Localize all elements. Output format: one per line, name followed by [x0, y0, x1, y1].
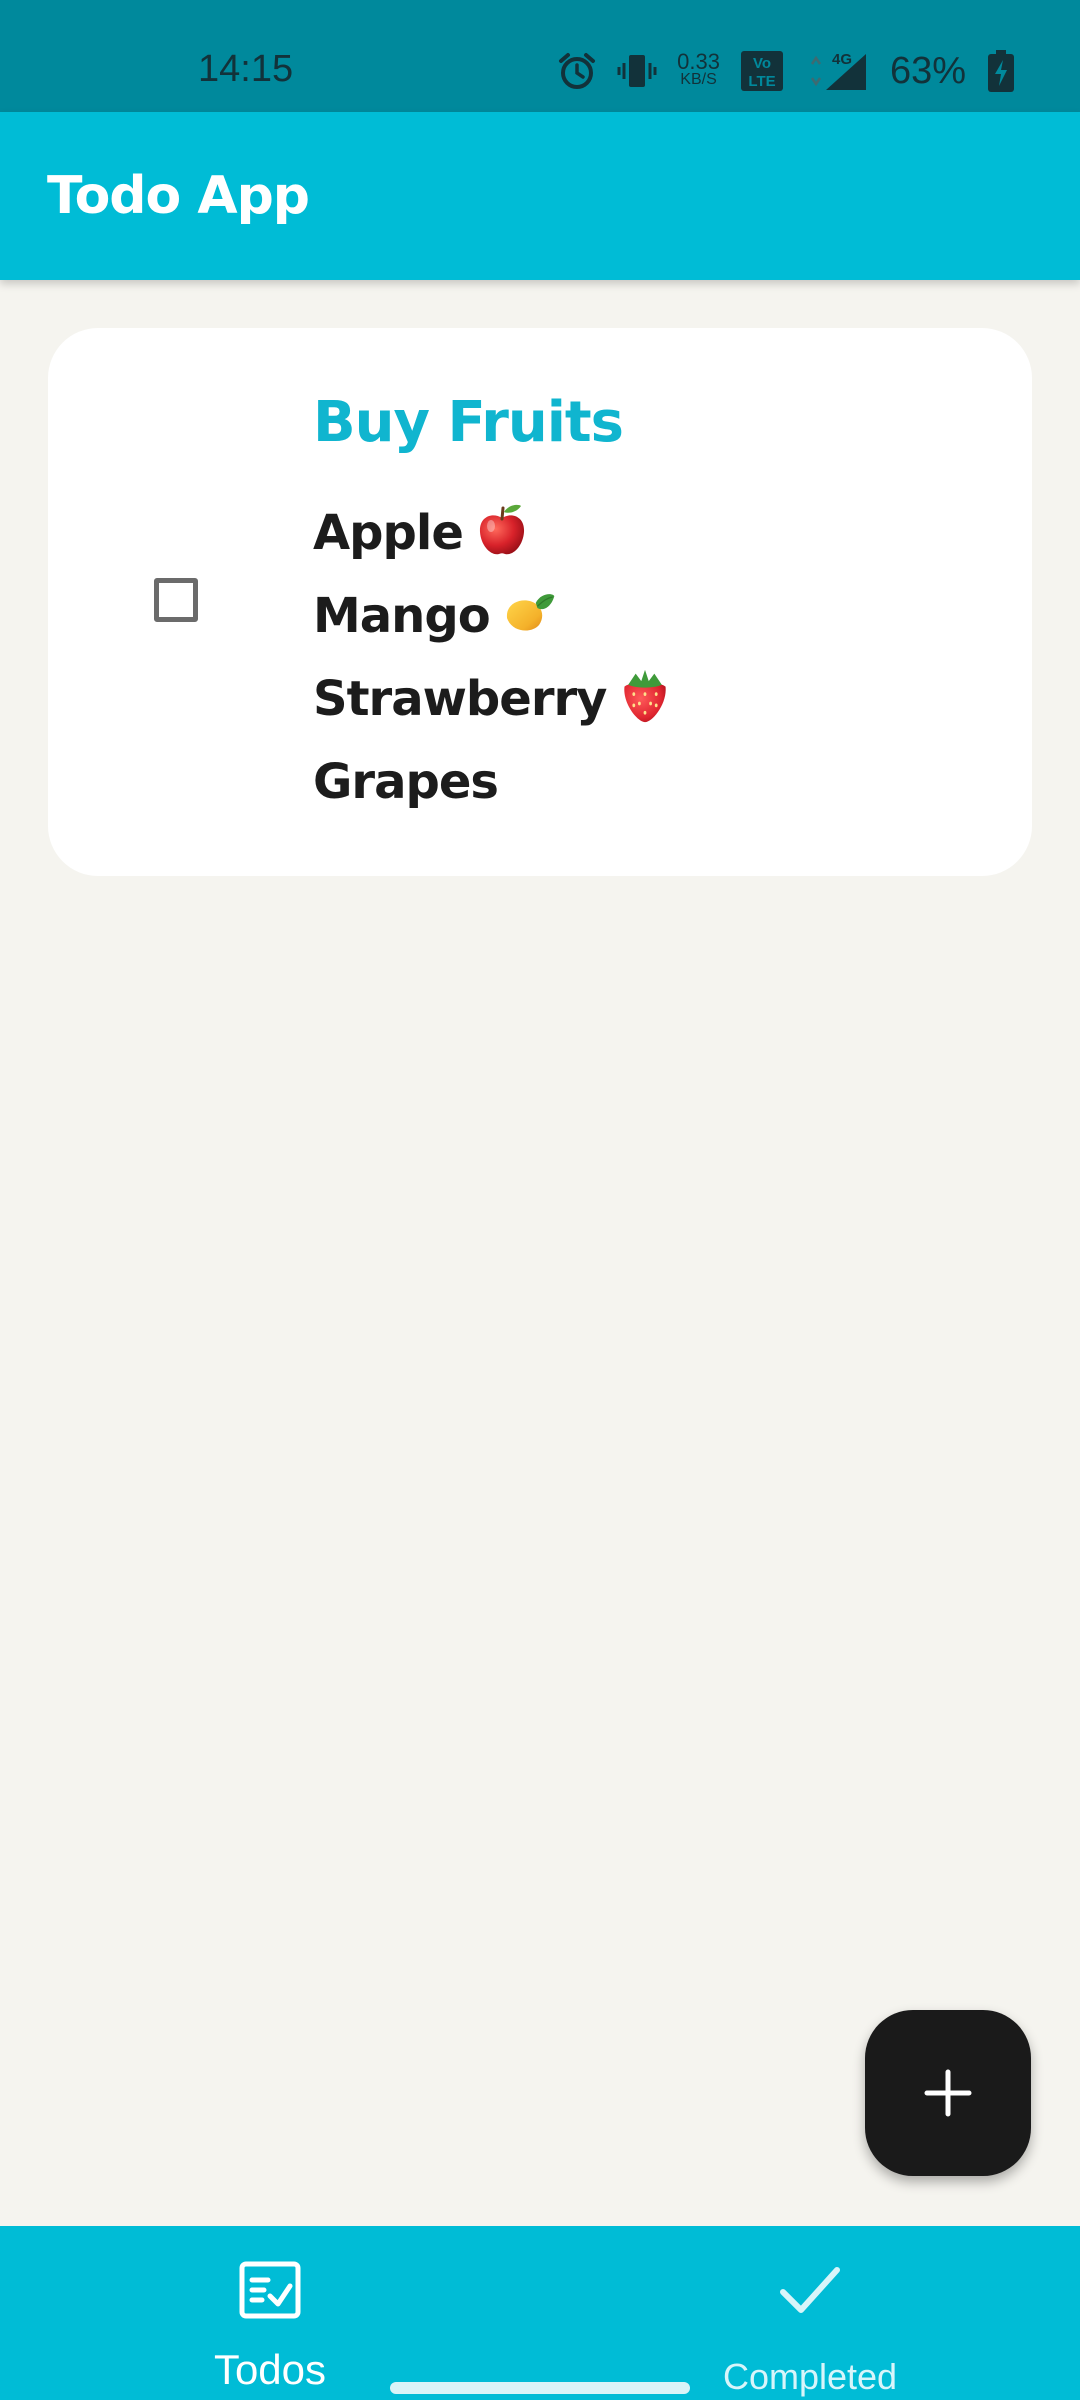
home-indicator[interactable] — [390, 2382, 690, 2394]
volte-top-text: Vo — [753, 55, 771, 72]
nav-item-completed[interactable]: Completed — [540, 2226, 1080, 2400]
check-icon — [780, 2267, 840, 2313]
network-type-text: 4G — [832, 51, 852, 68]
nav-item-todos[interactable]: Todos — [0, 2226, 540, 2400]
strawberry-emoji — [624, 669, 667, 723]
app-title: Todo App — [47, 166, 310, 226]
battery-percentage: 63% — [889, 49, 966, 92]
status-bar: 14:15 0.33 KB/S Vo LTE 4G 63% — [0, 0, 1080, 112]
todo-line: Apple — [313, 492, 672, 575]
todo-line-text: Grapes — [313, 754, 499, 810]
checklist-icon — [239, 2261, 301, 2319]
network-speed-unit: KB/S — [680, 71, 717, 88]
todo-line-text: Strawberry — [313, 671, 607, 727]
bottom-navigation: Todos Completed — [0, 2226, 1080, 2400]
todo-line: Strawberry — [313, 658, 672, 741]
todo-title: Buy Fruits — [313, 390, 624, 455]
status-icons: 0.33 KB/S Vo LTE 4G 63% — [557, 46, 1016, 96]
alarm-icon — [559, 53, 596, 89]
network-speed: 0.33 KB/S — [677, 49, 720, 89]
volte-bottom-text: LTE — [748, 73, 775, 90]
battery-charging-icon — [988, 50, 1014, 92]
plus-icon — [924, 2069, 972, 2117]
todo-line: Mango — [313, 575, 672, 658]
todo-checkbox[interactable] — [154, 578, 198, 622]
apple-emoji — [479, 504, 524, 555]
todo-item-list: Apple Mango Strawberry Grapes — [313, 492, 672, 824]
todo-card[interactable]: Buy Fruits Apple Mango Strawberry Grapes — [48, 328, 1032, 876]
status-time: 14:15 — [198, 48, 294, 90]
network-speed-value: 0.33 — [677, 49, 720, 74]
signal-icon: 4G — [810, 51, 866, 90]
app-bar: Todo App — [0, 112, 1080, 280]
vibrate-icon — [617, 55, 657, 87]
mango-emoji — [506, 594, 554, 631]
todo-line: Grapes — [313, 741, 672, 824]
volte-icon: Vo LTE — [740, 51, 783, 91]
add-todo-button[interactable] — [865, 2010, 1031, 2176]
todo-line-text: Apple — [313, 505, 464, 561]
todo-line-text: Mango — [313, 588, 491, 644]
